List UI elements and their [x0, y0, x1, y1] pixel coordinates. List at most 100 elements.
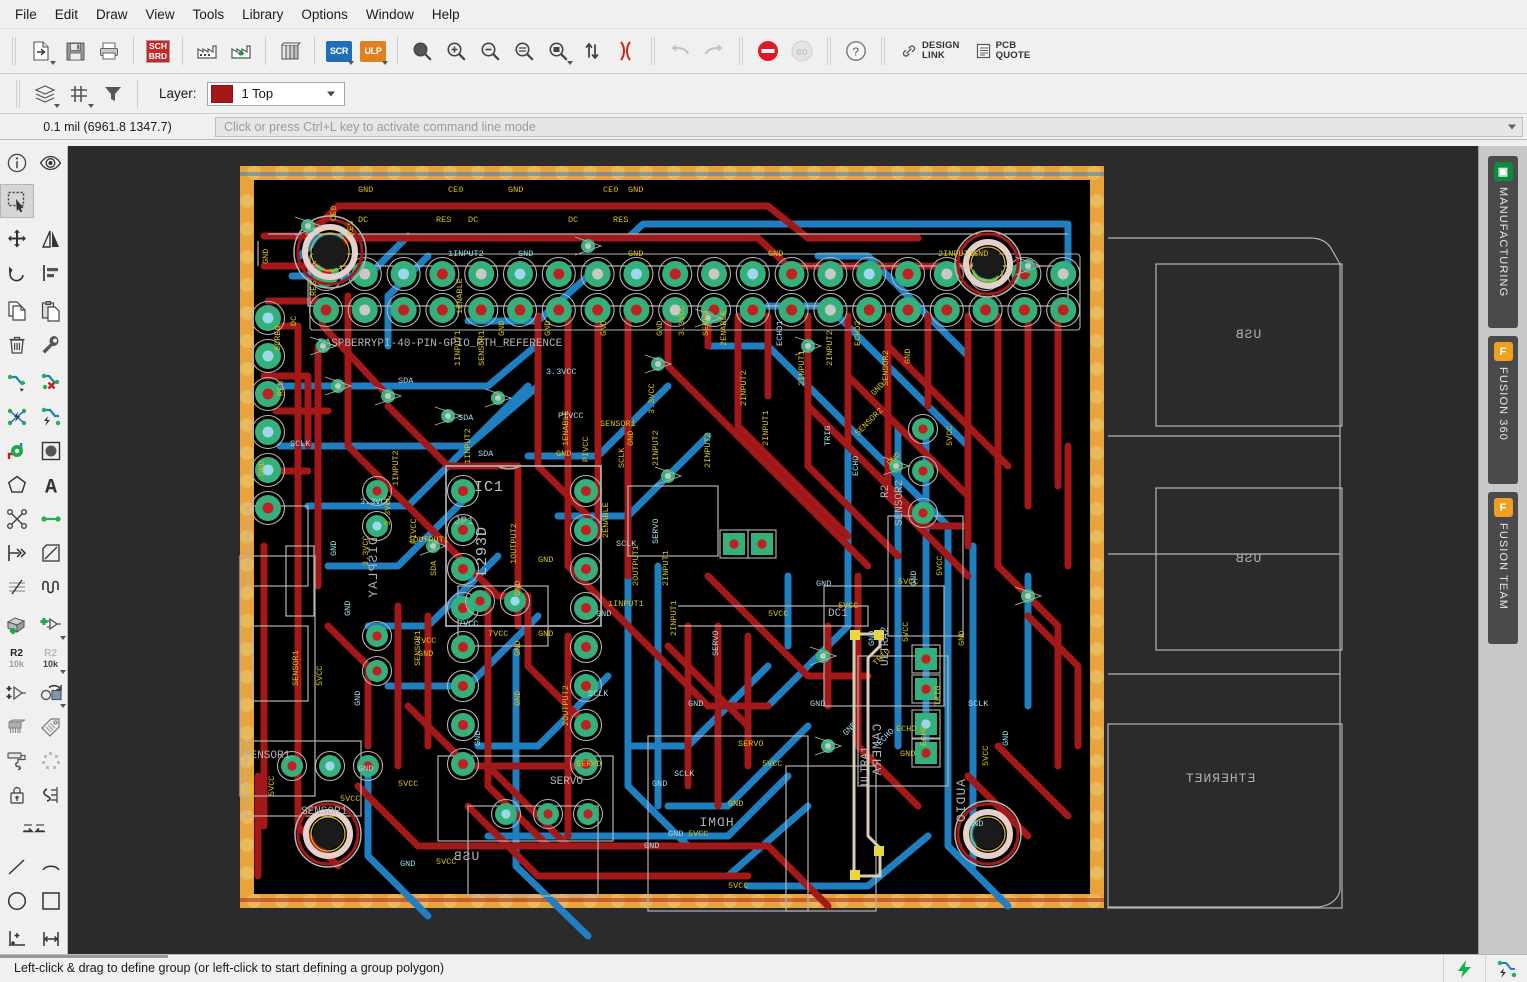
net-label: 1OUTPUT1 [408, 535, 449, 545]
menu-item-edit[interactable]: Edit [46, 4, 87, 25]
delete-tool[interactable] [0, 328, 34, 362]
go-button[interactable]: GO [786, 35, 818, 67]
align-left-icon [40, 262, 62, 284]
miter-tool[interactable] [34, 536, 68, 570]
route-tool[interactable] [0, 366, 34, 400]
group-tool[interactable] [0, 184, 34, 218]
spacing-tool[interactable] [0, 812, 68, 846]
layer-settings-button[interactable] [29, 78, 61, 110]
add-part-tool[interactable] [0, 608, 34, 642]
copy-tool[interactable] [0, 294, 34, 328]
zoom-select-button[interactable] [542, 35, 574, 67]
stop-ratsnest-button[interactable] [610, 35, 642, 67]
package-tool[interactable] [0, 710, 34, 744]
display-filter-button[interactable] [97, 78, 129, 110]
rect-tool[interactable] [34, 884, 68, 918]
dashed-outline-tool[interactable] [34, 744, 68, 778]
new-file-button[interactable] [25, 35, 57, 67]
replace-tool[interactable] [34, 676, 68, 710]
library-manager-button[interactable] [274, 35, 306, 67]
drc-status-button[interactable] [1443, 955, 1485, 982]
chevron-down-icon[interactable] [1508, 124, 1516, 129]
arc-tool[interactable] [34, 850, 68, 884]
zoom-fit-button[interactable] [406, 35, 438, 67]
switch-to-schematic-button[interactable]: SCHBRD [142, 35, 174, 67]
net-label: GND [626, 431, 636, 446]
autoroute-tool[interactable] [0, 400, 34, 434]
paste-tool[interactable] [34, 294, 68, 328]
rotate-tool[interactable] [0, 256, 34, 290]
grid-button[interactable] [63, 78, 95, 110]
ratsnest-tool[interactable] [34, 400, 68, 434]
menu-item-options[interactable]: Options [292, 4, 357, 25]
menu-item-tools[interactable]: Tools [184, 4, 234, 25]
undo-button[interactable] [664, 35, 696, 67]
via-tool[interactable] [0, 434, 34, 468]
chevron-down-icon [54, 104, 60, 108]
meander-tool[interactable] [0, 570, 34, 604]
show-tool[interactable] [34, 146, 68, 180]
help-button[interactable]: ? [840, 35, 872, 67]
menu-item-draw[interactable]: Draw [87, 4, 137, 25]
pcb-canvas[interactable]: .nl { font-family:"Liberation Mono", mon… [68, 146, 1478, 954]
lock-tool[interactable] [0, 778, 34, 812]
wrench-icon [40, 334, 62, 356]
dimension-tool[interactable] [0, 922, 34, 956]
signal-arrow-icon [6, 542, 28, 564]
menu-item-file[interactable]: File [6, 4, 46, 25]
fusion-team-tab[interactable]: FFUSION TEAM [1488, 492, 1518, 644]
move-tool[interactable] [0, 222, 34, 256]
menu-item-view[interactable]: View [137, 4, 184, 25]
fusion-360-tab[interactable]: FFUSION 360 [1488, 336, 1518, 484]
measure-tool[interactable] [34, 922, 68, 956]
manufacturing-tab[interactable]: ▣MANUFACTURING [1488, 156, 1518, 328]
menu-item-window[interactable]: Window [357, 4, 423, 25]
redo-button[interactable] [698, 35, 730, 67]
svg-text:USB: USB [453, 849, 479, 864]
add-pin-tool[interactable] [34, 608, 68, 642]
ratsnest-status-button[interactable] [1485, 955, 1527, 982]
stop-button[interactable] [752, 35, 784, 67]
align-tool[interactable] [34, 256, 68, 290]
generate-manufacturing-button[interactable] [225, 35, 257, 67]
command-line-input[interactable]: Click or press Ctrl+L key to activate co… [215, 117, 1523, 137]
pcb-quote-button[interactable]: PCB QUOTE [968, 34, 1039, 68]
layer-select[interactable]: 1 Top [207, 82, 345, 106]
info-tool[interactable] [0, 146, 34, 180]
split-tool[interactable] [0, 502, 34, 536]
pcb-board-render[interactable]: .nl { font-family:"Liberation Mono", mon… [68, 146, 1478, 954]
attribute-tool[interactable] [34, 710, 68, 744]
menu-item-library[interactable]: Library [233, 4, 292, 25]
net-label: GND [652, 779, 667, 789]
invoke-tool[interactable] [0, 676, 34, 710]
cam-processor-button[interactable] [191, 35, 223, 67]
menu-item-help[interactable]: Help [423, 4, 469, 25]
svg-text:SERVO: SERVO [550, 776, 583, 788]
zoom-in-button[interactable] [440, 35, 472, 67]
paint-tool[interactable] [0, 744, 34, 778]
polygon-tool[interactable] [0, 468, 34, 502]
ripup-icon [40, 372, 62, 394]
fusion-360-tab-label: FUSION 360 [1497, 367, 1509, 441]
replace-value-tool[interactable]: R210k [0, 642, 34, 676]
wave-tool[interactable] [34, 570, 68, 604]
circle-tool[interactable] [0, 884, 34, 918]
ripup-tool[interactable] [34, 366, 68, 400]
zoom-out-button[interactable] [474, 35, 506, 67]
run-ulp-button[interactable]: ULP [357, 35, 389, 67]
save-button[interactable] [59, 35, 91, 67]
mirror-tool[interactable] [34, 222, 68, 256]
text-tool[interactable]: A [34, 468, 68, 502]
change-tool[interactable] [34, 328, 68, 362]
print-button[interactable] [93, 35, 125, 67]
value-tool[interactable]: R210k [34, 642, 68, 676]
run-script-button[interactable]: SCR [323, 35, 355, 67]
wire-join-tool[interactable] [34, 502, 68, 536]
refresh-button[interactable] [576, 35, 608, 67]
signal-tool[interactable] [0, 536, 34, 570]
pinswap-tool[interactable] [34, 778, 68, 812]
design-link-button[interactable]: DESIGN LINK [893, 34, 968, 68]
zoom-redraw-button[interactable] [508, 35, 540, 67]
line-tool[interactable] [0, 850, 34, 884]
pad-tool[interactable] [34, 434, 68, 468]
